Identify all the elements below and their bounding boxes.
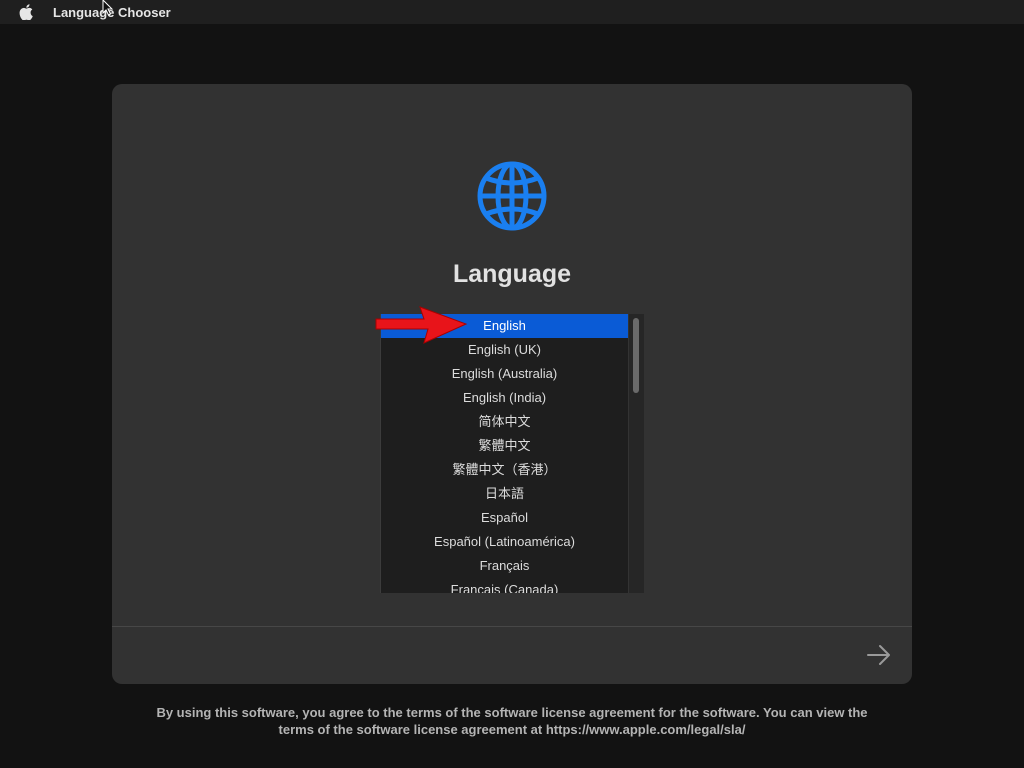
language-option[interactable]: 日本語 <box>381 482 628 506</box>
language-option[interactable]: Español (Latinoamérica) <box>381 530 628 554</box>
language-chooser-panel: Language English English (UK) English (Aus… <box>112 84 912 684</box>
license-notice-line-2: terms of the software license agreement … <box>278 722 746 737</box>
divider <box>112 626 912 627</box>
language-option[interactable]: English (Australia) <box>381 362 628 386</box>
globe-icon <box>477 161 547 231</box>
language-option[interactable]: Français (Canada) <box>381 578 628 593</box>
language-option[interactable]: Français <box>381 554 628 578</box>
continue-button[interactable] <box>864 640 894 670</box>
license-notice: By using this software, you agree to the… <box>130 704 894 738</box>
mouse-cursor-icon <box>102 0 114 16</box>
language-option[interactable]: Español <box>381 506 628 530</box>
apple-logo-icon[interactable] <box>19 4 33 20</box>
menu-bar: Language Chooser <box>0 0 1024 24</box>
language-option[interactable]: 繁體中文（香港） <box>381 458 628 482</box>
language-option[interactable]: 繁體中文 <box>381 434 628 458</box>
license-notice-line-1: By using this software, you agree to the… <box>156 705 868 720</box>
language-list[interactable]: English English (UK) English (Australia) En… <box>380 314 644 593</box>
page-title: Language <box>452 260 572 288</box>
language-option[interactable]: 简体中文 <box>381 410 628 434</box>
annotation-arrow-icon <box>375 306 468 344</box>
scrollbar-thumb[interactable] <box>633 318 639 393</box>
scrollbar[interactable] <box>628 314 644 593</box>
language-option[interactable]: English (India) <box>381 386 628 410</box>
arrow-right-icon <box>867 645 890 665</box>
